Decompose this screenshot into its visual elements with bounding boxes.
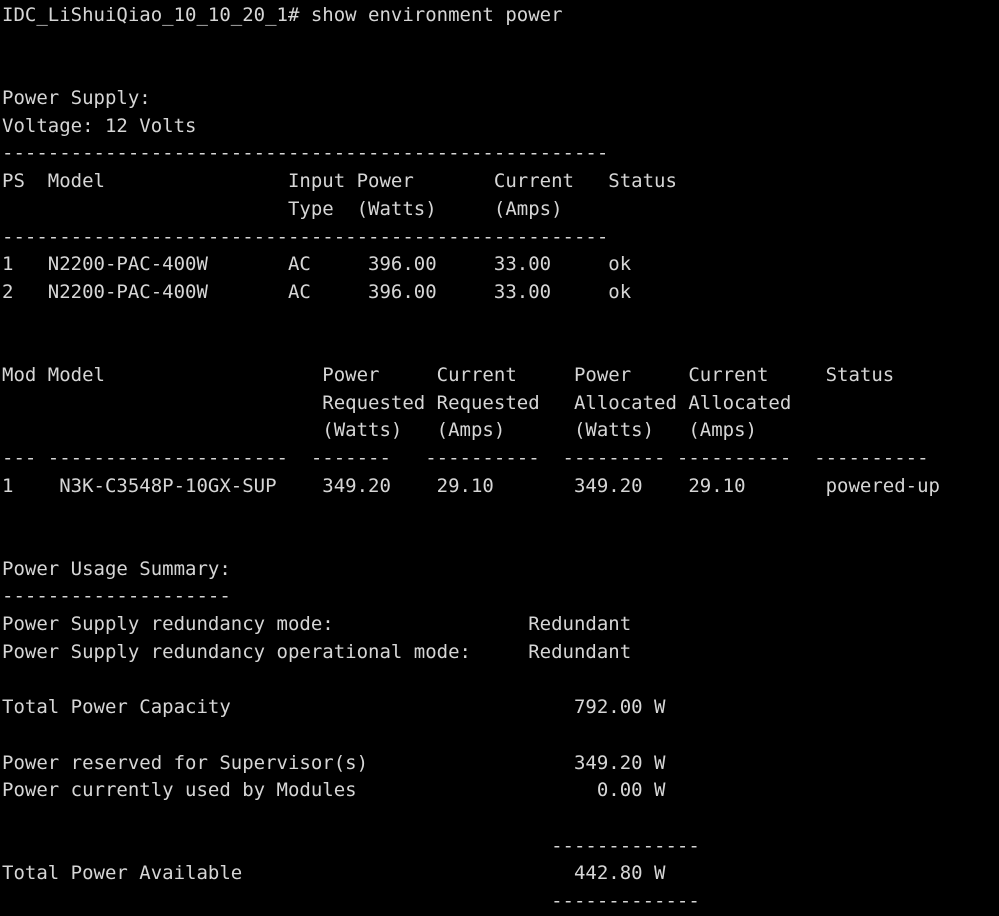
- terminal-output-line: 1 N3K-C3548P-10GX-SUP 349.20 29.10 349.2…: [2, 474, 940, 497]
- terminal-output-line: -------------: [2, 890, 700, 912]
- command-prompt-line: IDC_LiShuiQiao_10_10_20_1# show environm…: [2, 4, 563, 26]
- terminal-output-line: ----------------------------------------…: [2, 225, 609, 248]
- terminal-window[interactable]: IDC_LiShuiQiao_10_10_20_1# show environm…: [0, 0, 999, 912]
- terminal-output-line: Power Supply:: [2, 87, 151, 110]
- terminal-output-line: Total Power Available 442.80 W: [2, 862, 666, 885]
- terminal-output-line: Total Power Capacity 792.00 W: [2, 696, 666, 719]
- terminal-output-line: --- --------------------- ------- ------…: [2, 447, 929, 469]
- terminal-output-line: ----------------------------------------…: [2, 142, 609, 165]
- terminal-output-line: Requested Requested Allocated Allocated: [2, 391, 792, 414]
- terminal-output-line: Type (Watts) (Amps): [2, 197, 563, 220]
- terminal-output-line: 2 N2200-PAC-400W AC 396.00 33.00 ok: [2, 280, 632, 303]
- terminal-output-line: Power Supply redundancy mode: Redundant: [2, 613, 632, 636]
- terminal-output-line: Power Supply redundancy operational mode…: [2, 640, 632, 663]
- terminal-output-line: -------------: [2, 834, 700, 857]
- terminal-output-line: Voltage: 12 Volts: [2, 114, 197, 137]
- terminal-output-line: (Watts) (Amps) (Watts) (Amps): [2, 419, 757, 442]
- terminal-output-line: PS Model Input Power Current Status: [2, 170, 677, 193]
- terminal-output-line: Power reserved for Supervisor(s) 349.20 …: [2, 751, 666, 774]
- terminal-output-line: Power currently used by Modules 0.00 W: [2, 779, 666, 802]
- terminal-output-line: 1 N2200-PAC-400W AC 396.00 33.00 ok: [2, 253, 632, 276]
- terminal-output-line: --------------------: [2, 585, 231, 608]
- terminal-output-line: Mod Model Power Current Power Current St…: [2, 363, 895, 386]
- terminal-output-line: Power Usage Summary:: [2, 557, 231, 580]
